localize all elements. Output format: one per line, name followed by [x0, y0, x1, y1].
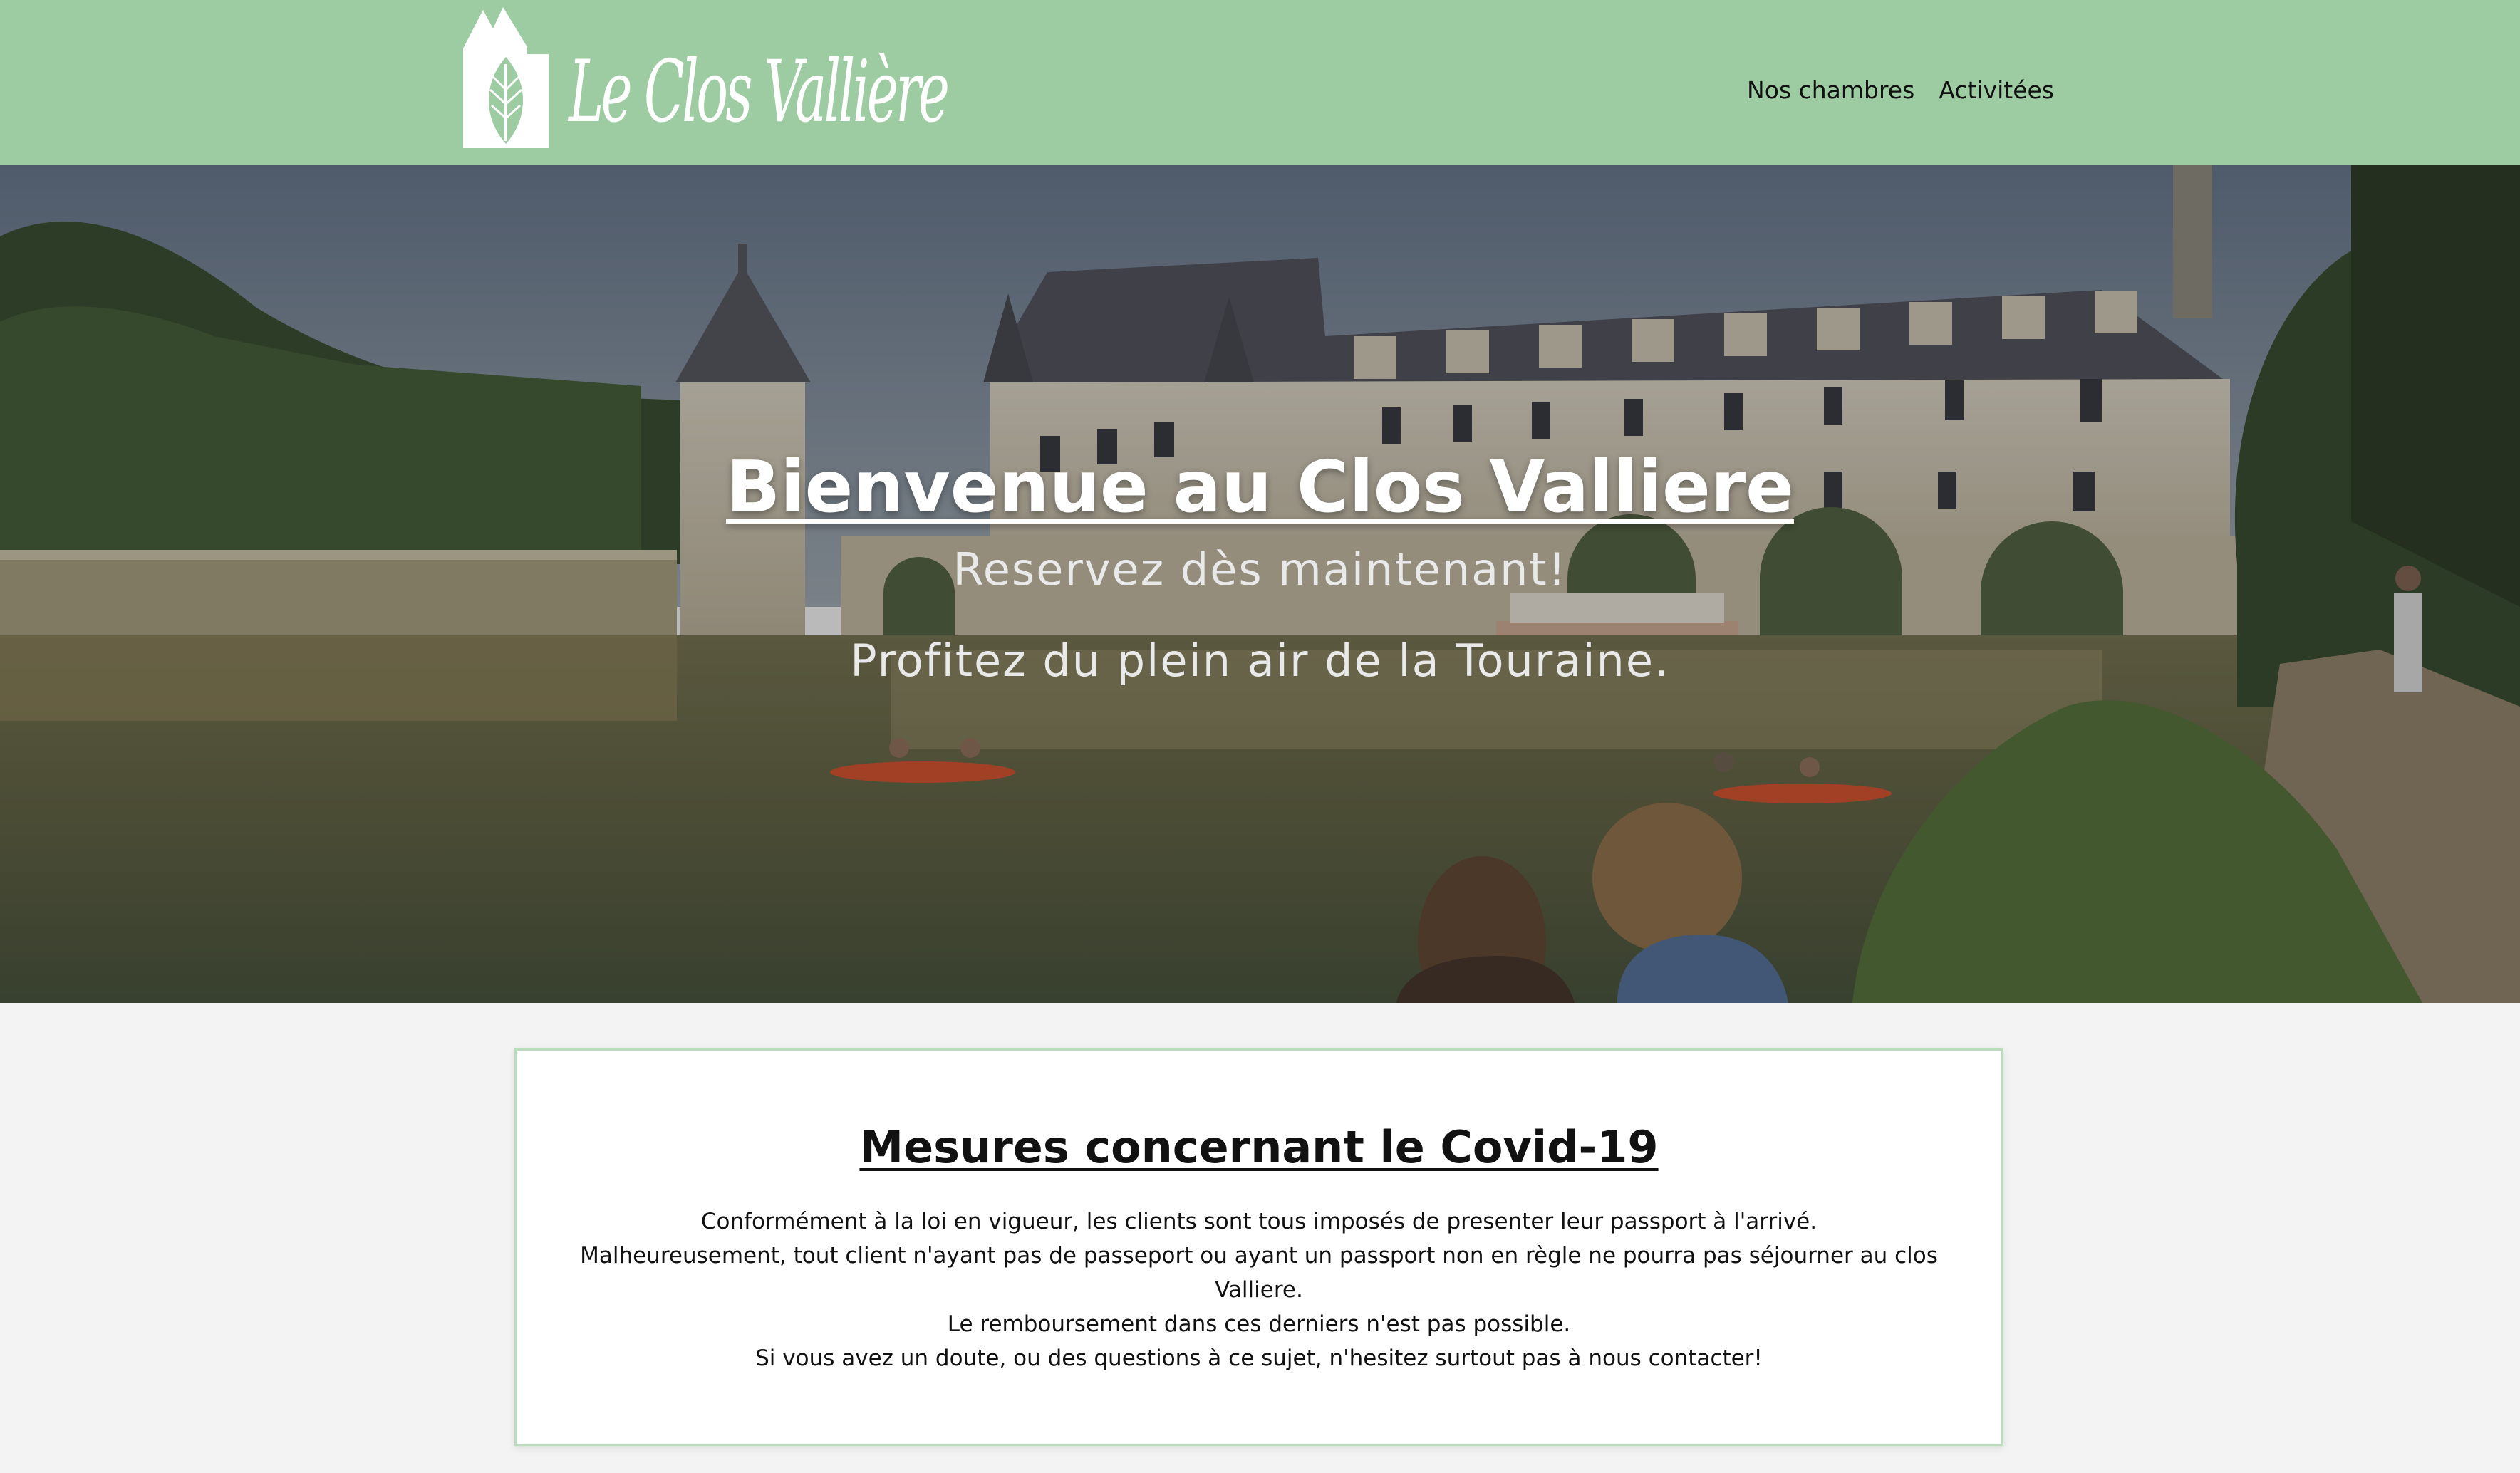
covid-notice-title: Mesures concernant le Covid-19	[859, 1121, 1659, 1173]
hero-subtitle-reserve: Reservez dès maintenant!	[953, 543, 1567, 595]
covid-notice-line: Le remboursement dans ces derniers n'est…	[947, 1311, 1571, 1337]
covid-notice-body: Conformément à la loi en vigueur, les cl…	[566, 1204, 1951, 1375]
hero-subtitle-touraine: Profitez du plein air de la Touraine.	[850, 635, 1670, 687]
covid-notice-card: Mesures concernant le Covid-19 Conformém…	[514, 1048, 2003, 1446]
main-nav: Nos chambres Activitées	[1747, 71, 2054, 110]
site-logo[interactable]: Le Clos Vallière	[462, 4, 950, 151]
covid-notice-line: Conformément à la loi en vigueur, les cl…	[700, 1209, 1818, 1234]
hero-title: Bienvenue au Clos Valliere	[726, 445, 1794, 529]
covid-notice-line: Si vous avez un doute, ou des questions …	[755, 1346, 1763, 1371]
logo-text: Le Clos Vallière	[569, 43, 950, 142]
house-leaf-icon	[463, 7, 549, 148]
covid-notice-line: Malheureusement, tout client n'ayant pas…	[580, 1243, 1938, 1303]
site-header: Le Clos Vallière Nos chambres Activitées	[0, 0, 2520, 165]
hero-banner: Bienvenue au Clos Valliere Reservez dès …	[0, 165, 2520, 1003]
nav-link-activitees[interactable]: Activitées	[1939, 71, 2054, 110]
nav-link-nos-chambres[interactable]: Nos chambres	[1747, 71, 1914, 110]
